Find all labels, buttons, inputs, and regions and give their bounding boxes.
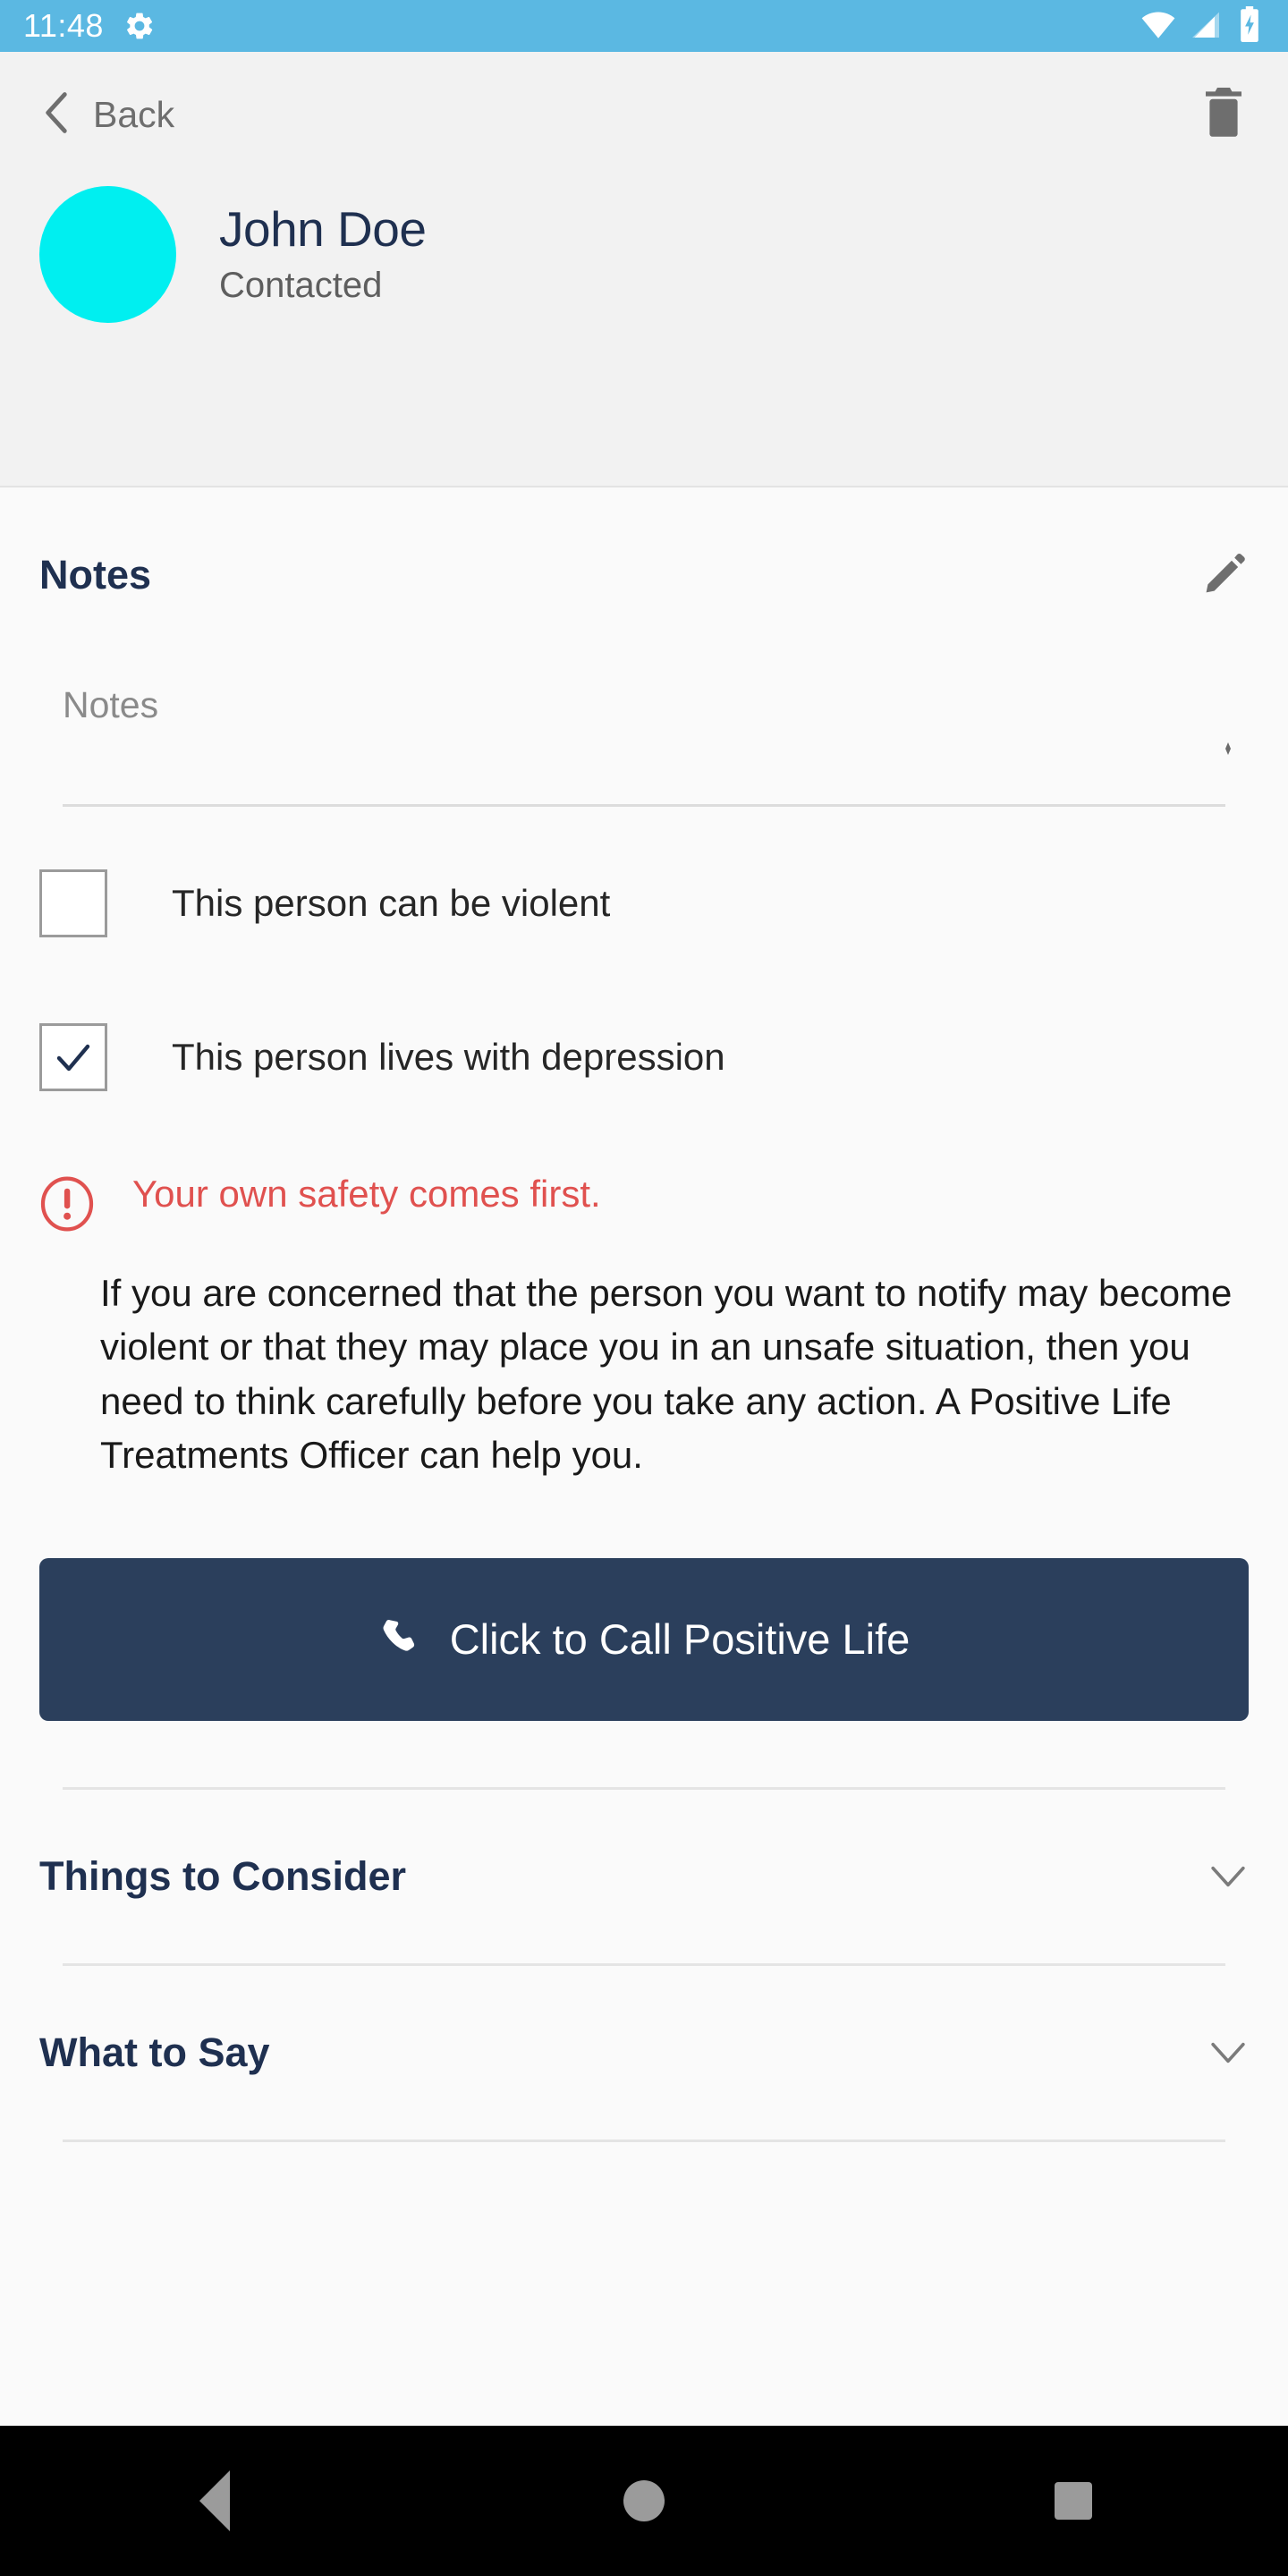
- nav-bar: Back: [0, 52, 1288, 177]
- accordion-what-to-say[interactable]: What to Say: [39, 1966, 1249, 2140]
- back-button[interactable]: Back: [39, 89, 174, 140]
- triangle-back-icon: [199, 2470, 230, 2531]
- safety-warning: Your own safety comes first.: [0, 1173, 1288, 1236]
- trash-icon: [1199, 84, 1249, 146]
- accordion-things-to-consider[interactable]: Things to Consider: [39, 1790, 1249, 1963]
- battery-charging-icon: [1234, 5, 1265, 47]
- back-button-label: Back: [93, 93, 175, 135]
- android-recents-button[interactable]: [993, 2426, 1154, 2576]
- notes-input[interactable]: Notes: [63, 632, 1231, 807]
- checkbox-violent[interactable]: [39, 869, 107, 937]
- call-button-label: Click to Call Positive Life: [449, 1615, 911, 1664]
- accordion-things-to-consider-label: Things to Consider: [39, 1852, 406, 1899]
- circle-home-icon: [623, 2480, 665, 2521]
- checkbox-depression[interactable]: [39, 1023, 107, 1091]
- checkbox-row-depression[interactable]: This person lives with depression: [39, 1014, 1249, 1100]
- accordion-what-to-say-label: What to Say: [39, 2029, 270, 2075]
- checkbox-violent-label: This person can be violent: [172, 882, 611, 924]
- gear-icon: [123, 10, 156, 42]
- status-bar: 11:48: [0, 0, 1288, 52]
- alert-circle-icon: [39, 1176, 95, 1236]
- resize-handle-icon[interactable]: [1225, 742, 1231, 755]
- person-summary: John Doe Contacted: [0, 186, 1288, 323]
- delete-button[interactable]: [1199, 84, 1249, 146]
- notes-underline: [63, 804, 1225, 807]
- signal-icon: [1188, 6, 1224, 47]
- person-text: John Doe Contacted: [219, 201, 427, 305]
- android-home-button[interactable]: [564, 2426, 724, 2576]
- checkmark-icon: [56, 1044, 90, 1072]
- android-navigation-bar: [0, 2426, 1288, 2576]
- page-header: Back John Doe Contacted: [0, 52, 1288, 487]
- status-badge: Contacted: [219, 265, 383, 305]
- status-time: 11:48: [23, 7, 104, 44]
- safety-warning-body: If you are concerned that the person you…: [100, 1272, 1233, 1477]
- app-root: 11:48 Back John Doe Contacted Notes Note…: [0, 0, 1288, 2576]
- chevron-down-icon: [1208, 1863, 1249, 1890]
- phone-icon: [378, 1616, 419, 1662]
- pencil-icon: [1202, 550, 1249, 601]
- divider-below-what-to-say: [63, 2139, 1225, 2142]
- edit-notes-button[interactable]: [1202, 550, 1249, 601]
- chevron-down-icon: [1208, 2039, 1249, 2066]
- status-icons: [1140, 5, 1265, 47]
- page-title: John Doe: [219, 201, 427, 258]
- notes-placeholder: Notes: [63, 684, 159, 725]
- notes-section-header: Notes: [0, 518, 1288, 632]
- checkbox-depression-label: This person lives with depression: [172, 1036, 725, 1078]
- wifi-icon: [1140, 5, 1177, 47]
- call-positive-life-button[interactable]: Click to Call Positive Life: [39, 1557, 1249, 1721]
- main-content: Notes Notes This person can be violent T…: [0, 489, 1288, 2426]
- checkbox-group: This person can be violent This person l…: [0, 860, 1288, 1100]
- notes-title: Notes: [39, 552, 152, 597]
- avatar: [39, 186, 176, 323]
- checkbox-row-violent[interactable]: This person can be violent: [39, 860, 1249, 946]
- chevron-left-icon: [39, 89, 73, 140]
- android-back-button[interactable]: [134, 2426, 295, 2576]
- safety-warning-title: Your own safety comes first.: [132, 1173, 601, 1215]
- square-recents-icon: [1055, 2482, 1092, 2520]
